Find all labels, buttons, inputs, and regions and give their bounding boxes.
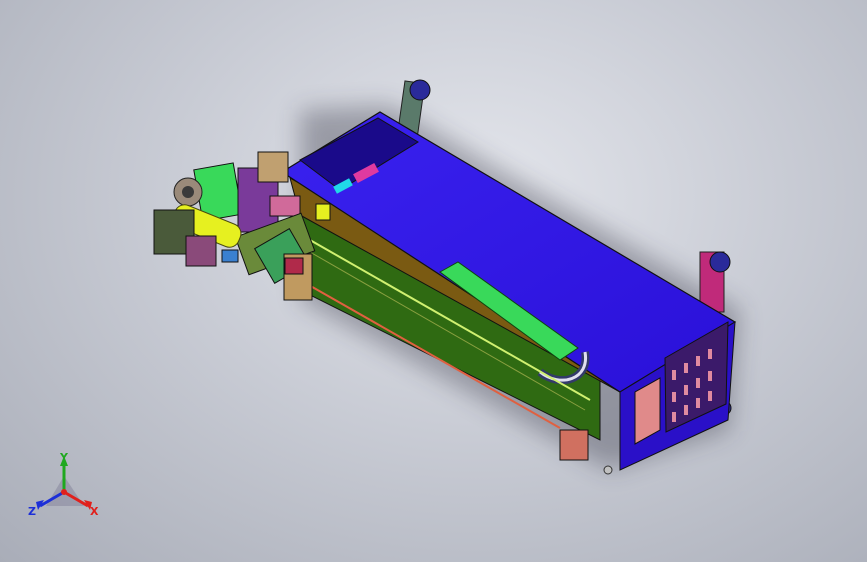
graphics-viewport[interactable]: Y X Z: [0, 0, 867, 562]
foot-bolt: [603, 465, 613, 475]
axis-label-x: X: [90, 505, 99, 518]
cad-model-drawing[interactable]: [0, 0, 867, 562]
axis-label-z: Z: [28, 505, 36, 518]
rail-end-block[interactable]: [559, 429, 589, 461]
axis-triad-icon: [36, 456, 92, 510]
axis-label-y: Y: [60, 451, 68, 464]
